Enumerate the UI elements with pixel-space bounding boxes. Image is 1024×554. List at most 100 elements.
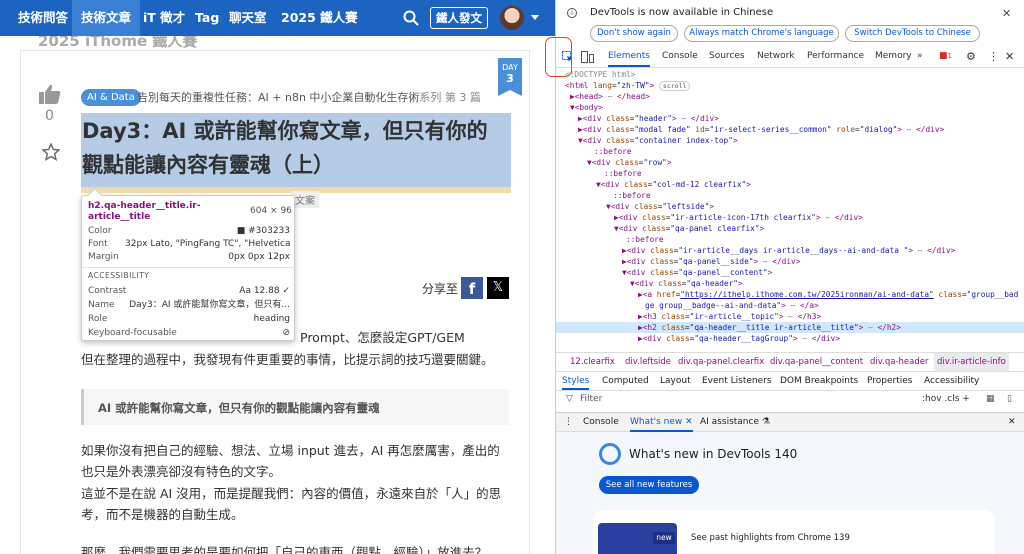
drawer-tab-whats-new[interactable]: What's new ✕ — [630, 413, 693, 432]
chevron-down-icon[interactable] — [531, 15, 539, 20]
drawer-tab-ai-assistance[interactable]: AI assistance ⚗ — [700, 413, 770, 432]
more-tabs-icon[interactable]: » — [917, 46, 923, 67]
nav-item-chat[interactable]: 聊天室 — [229, 0, 267, 36]
switch-chinese-button[interactable]: Switch DevTools to Chinese — [845, 25, 980, 42]
dom-line[interactable]: ::before — [594, 146, 1024, 157]
tab-event-listeners[interactable]: Event Listeners — [702, 372, 772, 390]
info-icon: i — [567, 8, 577, 18]
styles-filter-row: ▽ Filter :hov .cls + ▦ ▯ — [556, 391, 1024, 409]
issues-badge[interactable]: ■1 — [939, 46, 952, 67]
dom-line[interactable]: ▼<div class="qa-panel__content"> — [622, 267, 1024, 278]
tab-dom-breakpoints[interactable]: DOM Breakpoints — [780, 372, 858, 390]
dont-show-again-button[interactable]: Don't show again — [590, 25, 678, 42]
crumb-item[interactable]: div.qa-panel__content — [770, 353, 863, 371]
tab-sources[interactable]: Sources — [709, 46, 745, 67]
paint-icon[interactable]: ▦ — [986, 391, 995, 408]
sidebar-toggle-icon[interactable]: ▯ — [1007, 391, 1012, 408]
dom-line[interactable]: ▶<div class="qa-header__tagGroup"> ⋯ </d… — [638, 333, 1024, 344]
crumb-item[interactable]: div.leftside — [625, 353, 671, 371]
dom-line[interactable]: ::before — [613, 190, 1024, 201]
filter-input[interactable]: Filter — [580, 391, 602, 408]
tab-performance[interactable]: Performance — [807, 46, 864, 67]
devtools-panel: i DevTools is now available in Chinese ✕… — [555, 0, 1024, 554]
kebab-menu-icon[interactable]: ⋮ — [564, 413, 573, 432]
dom-line[interactable]: ▶<div class="header"> ⋯ </div> — [578, 113, 1024, 124]
crumb-item-selected[interactable]: div.ir-article-info — [934, 353, 1009, 371]
infobar-text: DevTools is now available in Chinese — [590, 7, 774, 18]
tooltip-row-color: Color ■ #303233 — [88, 226, 290, 236]
dom-line[interactable]: ▼<div class="container index-top"> — [578, 135, 1024, 146]
series-title[interactable]: 告別每天的重複性任務：AI + n8n 中小企業自動化生存術 — [137, 91, 419, 104]
tag-chip[interactable]: 文案 — [291, 191, 319, 208]
highlights-text: See past highlights from Chrome 139 — [691, 533, 850, 543]
dom-line[interactable]: ▶<div class="modal fade" id="ir-select-s… — [578, 124, 1024, 135]
crumb-item[interactable]: div.qa-header — [870, 353, 928, 371]
thumbs-up-icon[interactable] — [39, 84, 61, 104]
dom-line[interactable]: ▶<div class="ir-article-icon-17th clearf… — [614, 212, 1024, 223]
kebab-menu-icon[interactable]: ⋮ — [988, 46, 999, 67]
nav-item-qa[interactable]: 技術問答 — [18, 0, 68, 36]
dom-line[interactable]: ▶<a href="https://ithelp.ithome.com.tw/2… — [638, 289, 1024, 300]
nav-item-ironman[interactable]: 2025 鐵人賽 — [281, 0, 358, 36]
crumb-item[interactable]: div.qa-panel.clearfix — [678, 353, 764, 371]
dom-line[interactable]: ▼<div class="qa-panel clearfix"> — [614, 223, 1024, 234]
tag-pill[interactable]: AI & Data — [81, 89, 141, 106]
match-language-button[interactable]: Always match Chrome's language — [684, 25, 839, 42]
dom-line[interactable]: ▼<div class="leftside"> — [606, 201, 1024, 212]
dom-line[interactable]: ▼<body> — [570, 102, 1024, 113]
dom-line-selected[interactable]: ▶<h2 class="qa-header__title ir-article_… — [556, 322, 1024, 333]
dom-line[interactable]: ▼<div class="qa-header"> — [630, 278, 1024, 289]
title-line-2: 觀點能讓內容有靈魂（上） — [82, 153, 334, 177]
dom-line[interactable]: ▶<h3 class="ir-article__topic"> ⋯ </h3> — [638, 311, 1024, 322]
close-icon[interactable]: ✕ — [1002, 7, 1011, 20]
dom-line[interactable]: ▼<div class="row"> — [587, 157, 1024, 168]
tab-memory[interactable]: Memory — [875, 46, 912, 67]
dom-line[interactable]: ::before — [626, 234, 1024, 245]
close-devtools-icon[interactable]: ✕ — [1005, 46, 1014, 67]
series-line[interactable]: 告別每天的重複性任務：AI + n8n 中小企業自動化生存術系列 第 3 篇 — [137, 89, 481, 106]
tab-network[interactable]: Network — [757, 46, 795, 67]
tab-layout[interactable]: Layout — [660, 372, 691, 390]
see-all-features-button[interactable]: See all new features — [599, 476, 699, 494]
nav-item-articles[interactable]: 技術文章 — [72, 0, 141, 36]
whats-new-title: What's new in DevTools 140 — [629, 447, 798, 461]
facebook-icon[interactable]: f — [461, 277, 483, 299]
dom-line[interactable]: ::before — [604, 168, 1024, 179]
dom-line[interactable]: ▶<div class="ir-article__days ir-article… — [622, 245, 1024, 256]
dom-line[interactable]: <html lang="zh-TW"> scroll — [565, 80, 1024, 91]
device-toolbar-icon[interactable] — [581, 51, 594, 63]
nav-item-jobs[interactable]: iT 徵才 — [143, 0, 185, 36]
tooltip-size: 604 × 96 — [250, 206, 292, 216]
top-navbar: 技術問答 技術文章 iT 徵才 Tag 聊天室 2025 鐵人賽 鐵人發文 — [0, 0, 555, 36]
star-icon[interactable] — [42, 143, 60, 161]
tab-styles[interactable]: Styles — [562, 372, 590, 390]
nav-item-tag[interactable]: Tag — [195, 0, 219, 36]
tab-computed[interactable]: Computed — [602, 372, 649, 390]
tab-console[interactable]: Console — [662, 46, 698, 67]
dom-line[interactable]: ge group__badge--ai-and-data"> ⋯ </a> — [645, 300, 1024, 311]
dom-line[interactable]: <!DOCTYPE html> — [565, 69, 1024, 80]
write-post-button[interactable]: 鐵人發文 — [430, 7, 488, 29]
tab-properties[interactable]: Properties — [867, 372, 912, 390]
dom-line[interactable]: ▶<div class="qa-panel__side"> ⋯ </div> — [622, 256, 1024, 267]
dom-tree[interactable]: <!DOCTYPE html> <html lang="zh-TW"> scro… — [556, 68, 1024, 353]
tooltip-divider — [82, 267, 296, 268]
search-icon[interactable] — [403, 10, 419, 26]
page-title: Day3：AI 或許能幫你寫文章，但只有你的 觀點能讓內容有靈魂（上） — [82, 114, 512, 182]
share-label: 分享至 — [422, 282, 459, 296]
close-drawer-icon[interactable]: ✕ — [1008, 413, 1016, 432]
crumb-item[interactable]: 12.clearfix — [570, 353, 615, 371]
inspect-tooltip: h2.qa-header__title.ir-article__title 60… — [81, 187, 296, 341]
whats-new-panel: What's new in DevTools 140 See all new f… — [556, 432, 1024, 554]
tab-elements[interactable]: Elements — [608, 46, 650, 67]
tooltip-row-role: Role heading — [88, 314, 290, 324]
avatar[interactable] — [500, 6, 524, 30]
dom-line[interactable]: ▼<div class="col-md-12 clearfix"> — [596, 179, 1024, 190]
filter-tools[interactable]: :hov .cls + — [922, 391, 970, 408]
dom-line[interactable]: ▶<head> ⋯ </head> — [570, 91, 1024, 102]
gear-icon[interactable]: ⚙ — [966, 46, 976, 67]
x-twitter-icon[interactable]: 𝕏 — [487, 277, 509, 299]
tab-accessibility[interactable]: Accessibility — [924, 372, 979, 390]
breadcrumb: 12.clearfix div.leftside div.qa-panel.cl… — [556, 352, 1024, 372]
drawer-tab-console[interactable]: Console — [583, 413, 619, 432]
